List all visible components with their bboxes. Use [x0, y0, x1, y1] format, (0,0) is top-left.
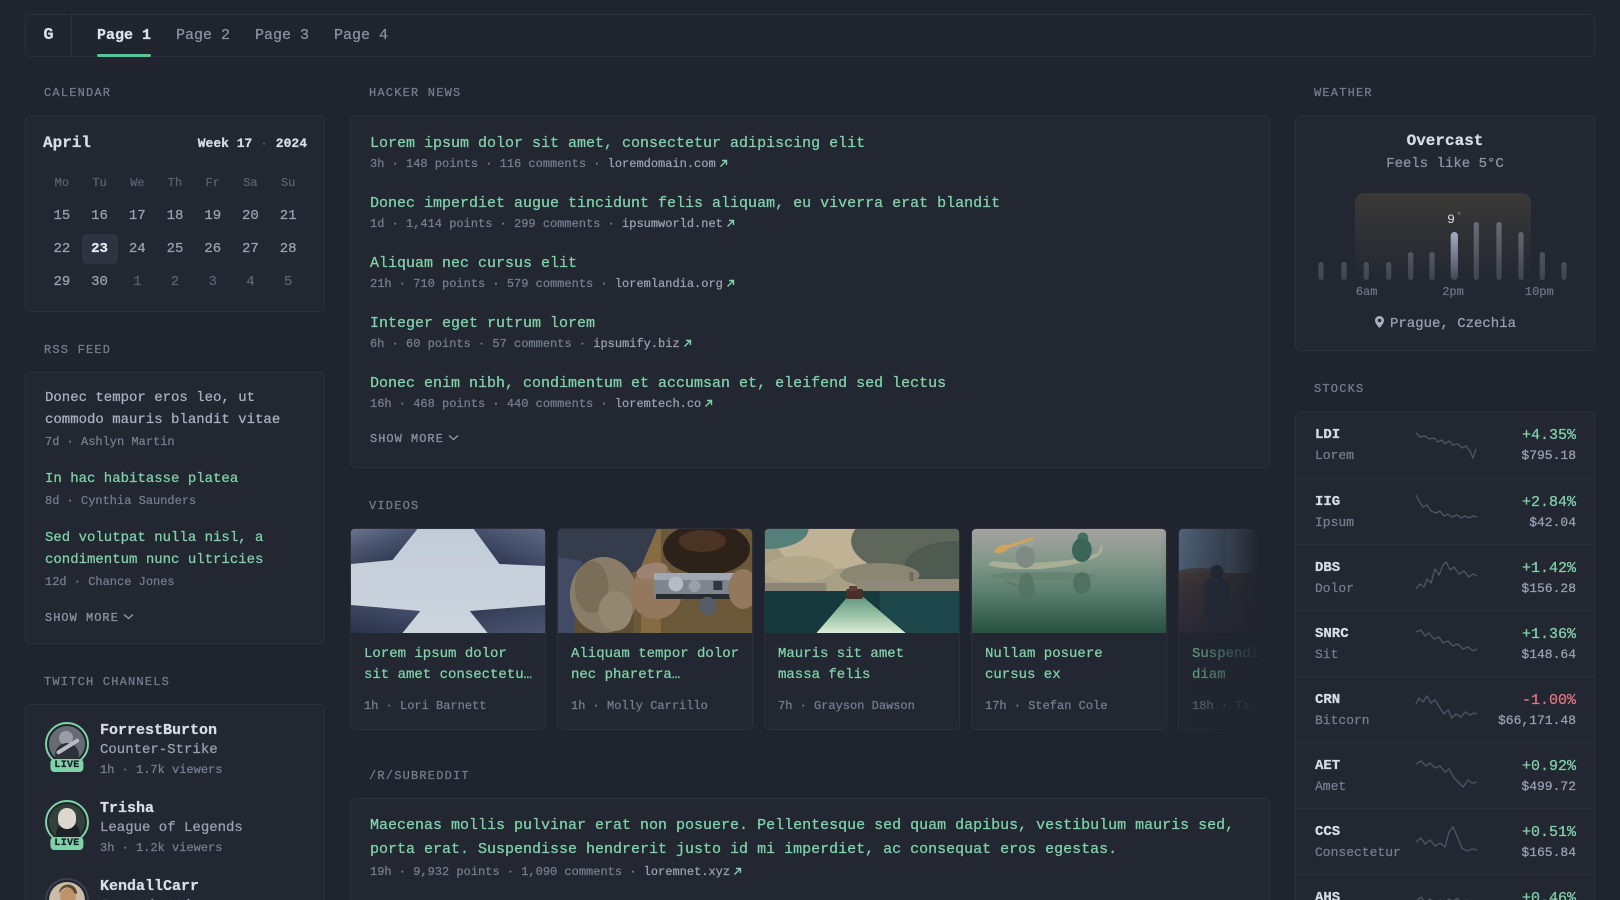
svg-text:°: ° [1456, 211, 1461, 221]
svg-text:9: 9 [1447, 212, 1455, 227]
